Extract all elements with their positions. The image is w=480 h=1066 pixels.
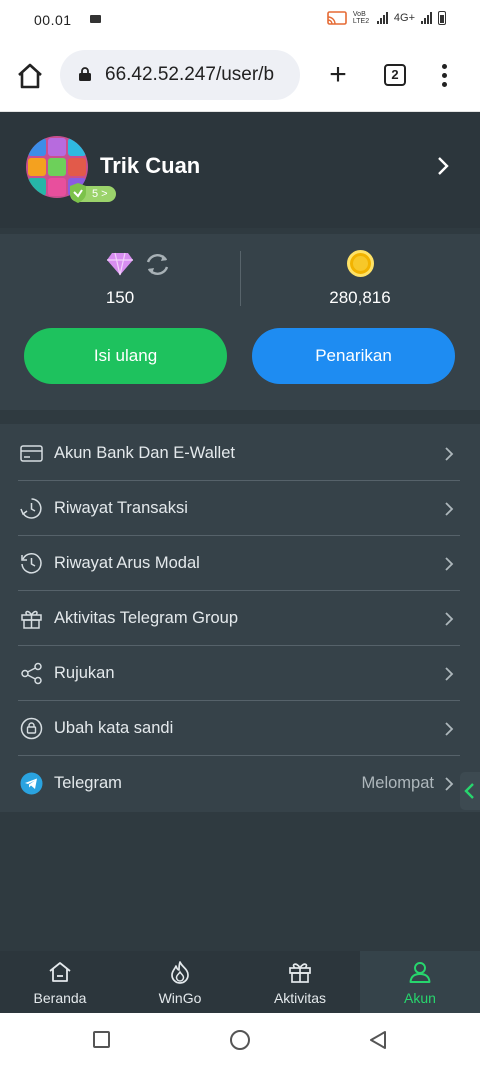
menu-item-label: Aktivitas Telegram Group [54,609,239,627]
browser-toolbar: 66.42.52.247/user/b + 2 [0,40,480,112]
vip-shield-icon [70,183,86,203]
address-bar[interactable]: 66.42.52.247/user/b [60,50,300,100]
bottom-nav: Beranda WinGo Aktivitas Akun [0,951,480,1013]
coin-balance: 280,816 [329,288,391,307]
menu-item-telegram[interactable]: Telegram Melompat [18,756,460,811]
url-text[interactable]: 66.42.52.247/user/b [105,64,295,86]
menu-item-change-password[interactable]: Ubah kata sandi [18,701,460,756]
transaction-history-icon [20,498,42,519]
chevron-right-icon [445,722,454,736]
menu-item-bank-ewallet[interactable]: Akun Bank Dan E-Wallet [18,426,460,481]
cast-icon [327,11,347,25]
menu-item-label: Ubah kata sandi [54,719,174,737]
chevron-right-icon [445,557,454,571]
share-icon [21,662,42,685]
withdraw-button[interactable]: Penarikan [252,328,455,384]
side-drawer-tab[interactable] [460,772,480,810]
status-icons: VoB LTE2 4G+ [327,11,446,25]
menu-item-label: Akun Bank Dan E-Wallet [54,444,235,462]
new-tab-plus-icon[interactable]: + [324,60,352,90]
menu-item-label: Telegram [54,774,122,792]
profile-header[interactable]: 5 > Trik Cuan [0,112,480,228]
home-circle-icon[interactable] [230,1030,250,1050]
user-icon [409,962,431,983]
network-type: 4G+ [393,12,415,24]
nav-item-aktivitas[interactable]: Aktivitas [240,951,360,1013]
signal-icon [421,12,432,24]
diamond-icon [107,252,133,276]
menu-item-transaction-history[interactable]: Riwayat Transaksi [18,481,460,536]
menu-item-extra: Melompat [361,774,434,792]
account-menu: Akun Bank Dan E-Wallet Riwayat Transaksi… [0,424,480,812]
nav-item-akun[interactable]: Akun [360,951,480,1013]
screen-record-icon [90,15,101,23]
diamond-balance: 150 [105,288,135,307]
recents-icon[interactable] [93,1031,110,1048]
status-time: 00.01 [34,12,72,28]
chevron-right-icon [445,612,454,626]
wallet-divider [240,251,241,306]
chevron-right-icon[interactable] [436,155,450,177]
nav-label: Akun [404,990,436,1006]
wallet-card: 150 280,816 Isi ulang Penarikan [0,234,480,410]
chevron-right-icon [445,502,454,516]
signal-icon [376,12,388,24]
nav-label: WinGo [158,990,202,1006]
topup-button[interactable]: Isi ulang [24,328,227,384]
battery-icon [438,11,446,25]
history-clock-icon [21,553,42,574]
menu-item-label: Rujukan [54,664,115,682]
lock-icon [79,67,91,81]
volte-label: VoB LTE2 [352,11,370,25]
chevron-right-icon [445,447,454,461]
nav-label: Beranda [33,990,87,1006]
home-icon[interactable] [16,62,44,90]
chevron-right-icon [445,667,454,681]
nav-label: Aktivitas [273,990,327,1006]
bank-card-icon [20,445,43,462]
menu-item-label: Riwayat Arus Modal [54,554,200,572]
home-icon [49,962,71,982]
chevron-left-icon [464,783,474,799]
menu-item-telegram-group-activity[interactable]: Aktivitas Telegram Group [18,591,460,646]
menu-item-capital-flow[interactable]: Riwayat Arus Modal [18,536,460,591]
nav-item-wingo[interactable]: WinGo [120,951,240,1013]
tabs-icon[interactable]: 2 [384,64,406,86]
telegram-icon [20,772,43,795]
gift-icon [289,963,311,983]
menu-item-label: Riwayat Transaksi [54,499,188,517]
refresh-icon[interactable] [144,251,171,278]
chevron-right-icon [445,777,454,791]
system-nav-bar [0,1013,480,1066]
more-vert-icon[interactable] [434,62,454,90]
vip-level-badge: 5 > [70,183,116,203]
menu-item-referral[interactable]: Rujukan [18,646,460,701]
gift-icon [21,610,42,629]
back-icon[interactable] [368,1030,388,1050]
lock-settings-icon [20,717,43,740]
status-bar: 00.01 VoB LTE2 4G+ [0,0,480,40]
username: Trik Cuan [100,153,201,178]
vip-level-text: 5 > [92,188,108,200]
nav-item-beranda[interactable]: Beranda [0,951,120,1013]
flame-icon [171,961,189,984]
coin-icon [347,250,374,277]
